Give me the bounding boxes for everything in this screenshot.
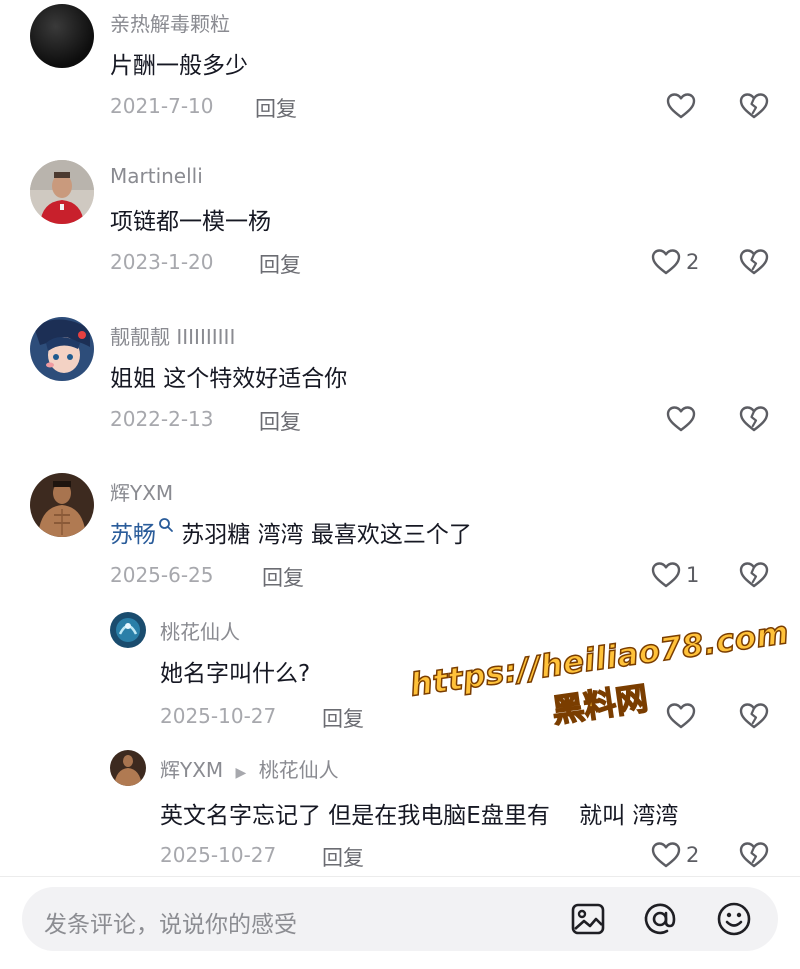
heart-icon	[650, 246, 682, 278]
reply-username[interactable]: 桃花仙人	[160, 616, 240, 645]
comment-username[interactable]: Martinelli	[110, 164, 203, 188]
image-icon[interactable]	[570, 901, 606, 937]
comment-input[interactable]: 发条评论，说说你的感受	[22, 887, 778, 951]
heart-icon	[665, 403, 697, 435]
reply-text: 英文名字忘记了 但是在我电脑E盘里有 就叫 湾湾	[160, 803, 679, 829]
dislike-icon[interactable]	[738, 246, 770, 278]
comment-item: Martinelli 项链都一模一杨 2023-1-20 回复 2	[0, 160, 800, 300]
avatar[interactable]	[30, 4, 94, 68]
reply-button[interactable]: 回复	[322, 703, 364, 733]
dislike-icon[interactable]	[738, 559, 770, 591]
dislike-icon[interactable]	[738, 90, 770, 122]
comment-date: 2021-7-10	[110, 94, 214, 118]
comment-text: 项链都一模一杨	[110, 209, 271, 235]
dislike-icon[interactable]	[738, 403, 770, 435]
reply-button[interactable]: 回复	[262, 562, 304, 592]
reply-username: 辉YXM ▶ 桃花仙人	[160, 754, 339, 783]
at-icon[interactable]	[642, 901, 678, 937]
like-button[interactable]	[665, 90, 701, 122]
reply-target[interactable]: 桃花仙人	[259, 758, 339, 782]
avatar-image	[30, 160, 94, 224]
heart-icon	[665, 90, 697, 122]
comment-username[interactable]: 靓靓靓 IIIIIIIIII	[110, 321, 235, 350]
emoji-icon[interactable]	[716, 901, 752, 937]
reply-date: 2025-10-27	[160, 704, 277, 728]
avatar[interactable]	[30, 160, 94, 224]
comment-text: 片酬一般多少	[110, 53, 248, 79]
like-count: 1	[686, 563, 700, 587]
avatar[interactable]	[30, 473, 94, 537]
avatar-image	[110, 612, 146, 648]
comment-date: 2022-2-13	[110, 407, 214, 431]
comment-input-placeholder: 发条评论，说说你的感受	[44, 912, 297, 938]
avatar-image	[30, 473, 94, 537]
like-button[interactable]: 2	[650, 839, 699, 871]
like-button[interactable]: 2	[650, 246, 699, 278]
comment-text: 苏畅 苏羽糖 湾湾 最喜欢这三个了	[110, 515, 472, 549]
avatar[interactable]	[110, 612, 146, 648]
reply-date: 2025-10-27	[160, 843, 277, 867]
heart-icon	[650, 839, 682, 871]
comment-item: 靓靓靓 IIIIIIIIII 姐姐 这个特效好适合你 2022-2-13 回复	[0, 317, 800, 457]
like-button[interactable]: 1	[650, 559, 699, 591]
reply-arrow-icon: ▶	[235, 765, 247, 781]
avatar[interactable]	[30, 317, 94, 381]
like-count: 2	[686, 843, 700, 867]
reply-author[interactable]: 辉YXM	[160, 758, 223, 782]
search-icon[interactable]	[158, 517, 174, 533]
avatar-image	[30, 317, 94, 381]
reply-button[interactable]: 回复	[259, 406, 301, 436]
comment-body: 苏羽糖 湾湾 最喜欢这三个了	[174, 522, 472, 548]
reply-button[interactable]: 回复	[322, 842, 364, 872]
heart-icon	[650, 559, 682, 591]
like-count: 2	[686, 250, 700, 274]
like-button[interactable]	[665, 403, 701, 435]
reply-item: 辉YXM ▶ 桃花仙人 英文名字忘记了 但是在我电脑E盘里有 就叫 湾湾 202…	[0, 750, 800, 875]
comment-item: 辉YXM 苏畅 苏羽糖 湾湾 最喜欢这三个了 2025-6-25 回复 1	[0, 473, 800, 613]
comment-date: 2025-6-25	[110, 563, 214, 587]
avatar-image	[110, 750, 146, 786]
reply-button[interactable]: 回复	[255, 93, 297, 123]
comment-username[interactable]: 亲热解毒颗粒	[110, 8, 230, 37]
mention-link[interactable]: 苏畅	[110, 522, 156, 548]
comment-text: 姐姐 这个特效好适合你	[110, 366, 348, 392]
comment-username[interactable]: 辉YXM	[110, 477, 173, 506]
reply-button[interactable]: 回复	[259, 249, 301, 279]
dislike-icon[interactable]	[738, 839, 770, 871]
avatar[interactable]	[110, 750, 146, 786]
reply-text: 她名字叫什么?	[160, 661, 311, 687]
comment-date: 2023-1-20	[110, 250, 214, 274]
comment-input-bar: 发条评论，说说你的感受	[0, 876, 800, 969]
comment-item: 亲热解毒颗粒 片酬一般多少 2021-7-10 回复	[0, 4, 800, 144]
